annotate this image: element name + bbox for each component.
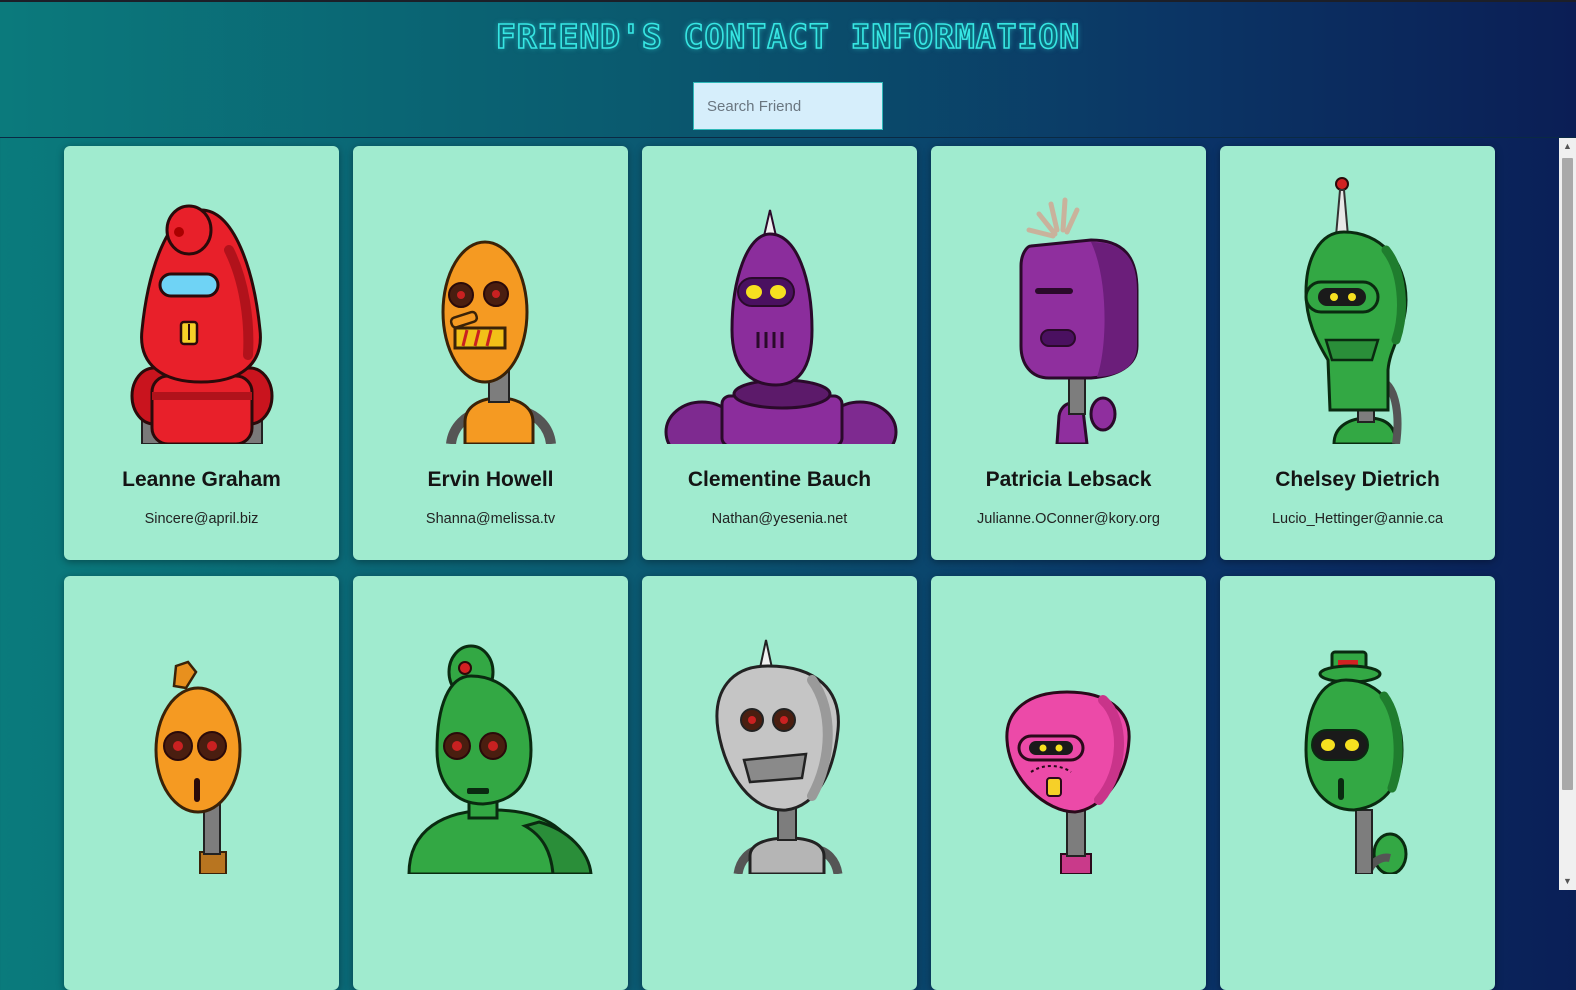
friend-name: Ervin Howell bbox=[427, 468, 554, 491]
friend-email: Nathan@yesenia.net bbox=[711, 511, 848, 527]
robot-avatar-green-dome bbox=[407, 644, 593, 874]
robot-avatar-purple-tall bbox=[1019, 197, 1139, 444]
robot-avatar-purple bbox=[664, 209, 898, 444]
friend-name: Patricia Lebsack bbox=[985, 468, 1152, 491]
friend-email: Sincere@april.biz bbox=[144, 511, 259, 527]
robot-avatar-orange bbox=[441, 240, 556, 444]
scroll-down-arrow-icon[interactable]: ▼ bbox=[1559, 873, 1576, 890]
friend-card[interactable]: Chelsey Dietrich Lucio_Hettinger@annie.c… bbox=[1220, 146, 1495, 560]
friend-card[interactable] bbox=[931, 576, 1206, 990]
vertical-scrollbar[interactable]: ▲ ▼ bbox=[1559, 138, 1576, 890]
robot-avatar-gray bbox=[715, 639, 843, 874]
friend-card[interactable]: Ervin Howell Shanna@melissa.tv bbox=[353, 146, 628, 560]
friend-name: Clementine Bauch bbox=[687, 468, 872, 491]
friend-card[interactable]: Leanne Graham Sincere@april.biz bbox=[64, 146, 339, 560]
page-title: FRIEND'S CONTACT INFORMATION bbox=[495, 16, 1081, 57]
friend-card[interactable] bbox=[64, 576, 339, 990]
page-header: FRIEND'S CONTACT INFORMATION bbox=[0, 2, 1576, 138]
robot-avatar-orange-round bbox=[154, 660, 242, 874]
friend-email: Julianne.OConner@kory.org bbox=[977, 511, 1160, 527]
friend-card[interactable] bbox=[353, 576, 628, 990]
scrollbar-thumb[interactable] bbox=[1562, 158, 1573, 790]
friend-card[interactable]: Clementine Bauch Nathan@yesenia.net bbox=[642, 146, 917, 560]
friend-email: Shanna@melissa.tv bbox=[425, 511, 556, 527]
search-input[interactable] bbox=[693, 82, 883, 130]
friend-name: Chelsey Dietrich bbox=[1275, 468, 1440, 491]
friend-card[interactable]: Patricia Lebsack Julianne.OConner@kory.o… bbox=[931, 146, 1206, 560]
robot-avatar-pink bbox=[1005, 690, 1131, 874]
robot-avatar-red bbox=[130, 204, 274, 444]
scroll-up-arrow-icon[interactable]: ▲ bbox=[1559, 138, 1576, 155]
friend-card[interactable] bbox=[1220, 576, 1495, 990]
robot-avatar-green-antenna bbox=[1304, 177, 1408, 444]
friend-name: Leanne Graham bbox=[122, 468, 281, 491]
friends-grid: Leanne Graham Sincere@april.biz Ervin Ho… bbox=[64, 146, 1496, 990]
friend-card[interactable] bbox=[642, 576, 917, 990]
robot-avatar-green-hat bbox=[1304, 650, 1408, 874]
friend-email: Lucio_Hettinger@annie.ca bbox=[1271, 511, 1444, 527]
